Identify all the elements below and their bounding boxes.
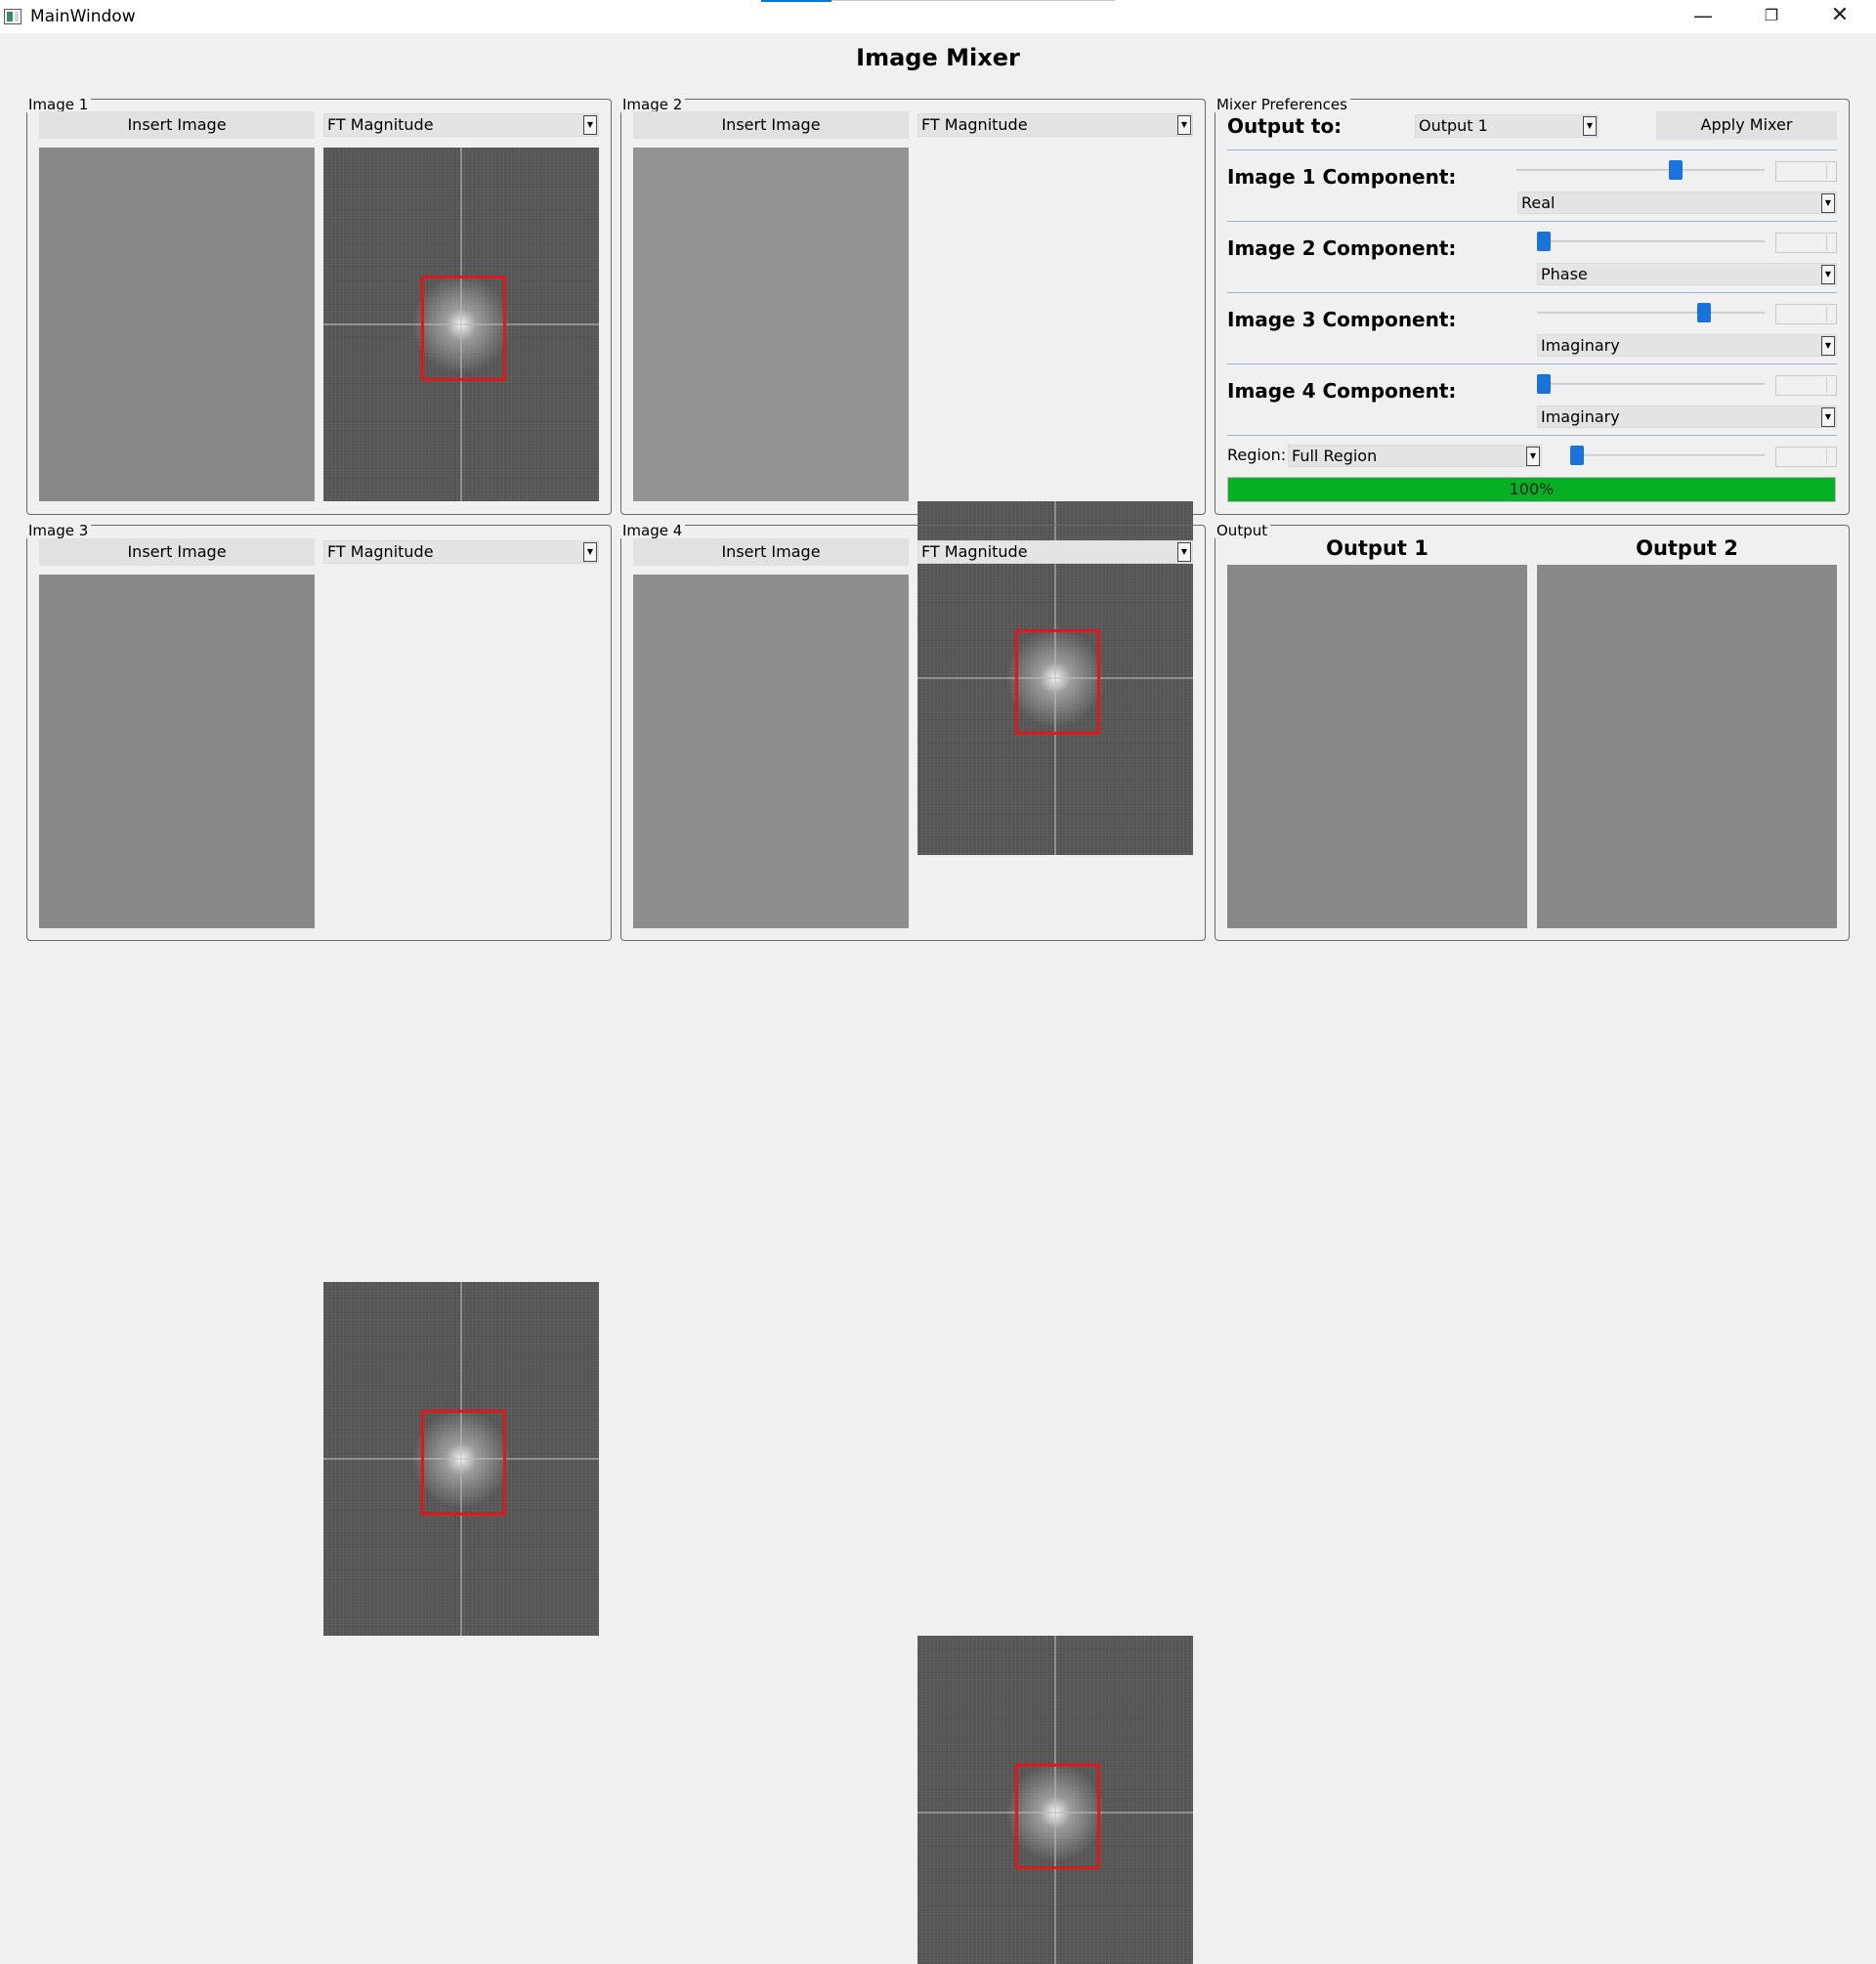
output-select-value: Output 1 [1419, 116, 1488, 135]
component-4-label: Image 4 Component: [1227, 379, 1457, 403]
insert-image-2-button[interactable]: Insert Image [633, 111, 909, 139]
output1-display [1227, 565, 1527, 928]
region-rect[interactable] [421, 1410, 506, 1516]
component-2-label: Image 2 Component: [1227, 236, 1457, 260]
ft-select-1-value: FT Magnitude [327, 115, 434, 134]
component-3-type-select[interactable]: Imaginary ▼ [1537, 334, 1837, 357]
component-1-type-value: Real [1521, 193, 1556, 212]
region-spinbox[interactable] [1775, 447, 1837, 467]
output1-title: Output 1 [1326, 536, 1428, 560]
chevron-down-icon: ▼ [1821, 407, 1835, 427]
component-2-type-select[interactable]: Phase ▼ [1537, 263, 1837, 285]
mixer-group-title: Mixer Preferences [1214, 97, 1350, 112]
component-4-slider-thumb[interactable] [1537, 374, 1551, 394]
window-title: MainWindow [30, 7, 136, 26]
region-rect[interactable] [1015, 1764, 1100, 1869]
component-1-slider-track[interactable] [1516, 169, 1765, 171]
separator [1227, 363, 1837, 364]
focus-indicator-track [831, 0, 1115, 1]
component-2-spinbox[interactable] [1775, 233, 1837, 253]
image2-display[interactable] [633, 148, 909, 501]
insert-image-1-button[interactable]: Insert Image [39, 111, 315, 139]
chevron-down-icon: ▼ [583, 542, 597, 562]
image1-display[interactable] [39, 148, 315, 501]
component-1-label: Image 1 Component: [1227, 165, 1457, 189]
ft-select-2-value: FT Magnitude [921, 115, 1028, 134]
region-select[interactable]: Full Region ▼ [1288, 445, 1542, 467]
insert-image-4-button[interactable]: Insert Image [633, 538, 909, 566]
region-label: Region: [1227, 446, 1287, 464]
ft-select-3-value: FT Magnitude [327, 542, 434, 561]
output2-display [1537, 565, 1837, 928]
insert-image-3-button[interactable]: Insert Image [39, 538, 315, 566]
image1-group-title: Image 1 [25, 97, 92, 112]
chevron-down-icon: ▼ [1583, 116, 1597, 136]
separator [1227, 149, 1837, 150]
separator [1227, 221, 1837, 222]
ft-select-4[interactable]: FT Magnitude ▼ [917, 540, 1193, 564]
component-4-type-select[interactable]: Imaginary ▼ [1537, 406, 1837, 428]
chevron-down-icon: ▼ [1821, 265, 1835, 284]
close-icon[interactable]: ✕ [1806, 0, 1874, 33]
separator [1227, 435, 1837, 436]
chevron-down-icon: ▼ [583, 115, 597, 135]
component-4-spinbox[interactable] [1775, 375, 1837, 396]
chevron-down-icon: ▼ [1177, 115, 1191, 135]
image3-ft-display[interactable] [323, 1282, 599, 1636]
title-bar [0, 0, 1876, 33]
component-4-slider-track[interactable] [1537, 383, 1765, 385]
image4-display[interactable] [633, 575, 909, 928]
image2-group-title: Image 2 [619, 97, 686, 112]
component-3-type-value: Imaginary [1541, 336, 1620, 355]
region-select-value: Full Region [1292, 447, 1378, 465]
chevron-down-icon: ▼ [1821, 336, 1835, 356]
region-slider-track[interactable] [1570, 454, 1765, 456]
minimize-icon[interactable]: — [1669, 0, 1737, 33]
separator [1227, 292, 1837, 293]
chevron-down-icon: ▼ [1526, 447, 1540, 466]
component-1-spinbox[interactable] [1775, 161, 1837, 182]
component-3-slider-thumb[interactable] [1697, 303, 1712, 322]
component-1-slider-thumb[interactable] [1669, 160, 1683, 180]
component-3-slider-track[interactable] [1537, 312, 1765, 314]
progress-text: 100% [1509, 480, 1555, 498]
page-title: Image Mixer [856, 44, 1020, 71]
chevron-down-icon: ▼ [1177, 542, 1191, 562]
maximize-icon[interactable]: ❐ [1737, 0, 1806, 33]
output-to-label: Output to: [1227, 114, 1343, 138]
image4-ft-display[interactable] [917, 1636, 1193, 1964]
ft-select-1[interactable]: FT Magnitude ▼ [323, 113, 599, 137]
focus-indicator [761, 0, 831, 2]
component-1-type-select[interactable]: Real ▼ [1517, 192, 1837, 214]
component-2-type-value: Phase [1541, 265, 1588, 283]
region-rect[interactable] [421, 276, 506, 381]
component-4-type-value: Imaginary [1541, 407, 1620, 426]
component-2-slider-track[interactable] [1537, 240, 1765, 242]
component-3-spinbox[interactable] [1775, 304, 1837, 324]
component-3-label: Image 3 Component: [1227, 308, 1457, 331]
ft-select-3[interactable]: FT Magnitude ▼ [323, 540, 599, 564]
app-window-icon [4, 9, 21, 24]
image1-ft-display[interactable] [323, 148, 599, 501]
region-slider-thumb[interactable] [1570, 446, 1584, 465]
image3-display[interactable] [39, 575, 315, 928]
ft-select-4-value: FT Magnitude [921, 542, 1028, 561]
ft-select-2[interactable]: FT Magnitude ▼ [917, 113, 1193, 137]
image4-group-title: Image 4 [619, 523, 686, 538]
apply-mixer-button[interactable]: Apply Mixer [1656, 111, 1837, 140]
image3-group-title: Image 3 [25, 523, 92, 538]
output2-title: Output 2 [1636, 536, 1738, 560]
component-2-slider-thumb[interactable] [1537, 232, 1551, 251]
chevron-down-icon: ▼ [1821, 193, 1835, 213]
output-select[interactable]: Output 1 ▼ [1415, 114, 1599, 138]
